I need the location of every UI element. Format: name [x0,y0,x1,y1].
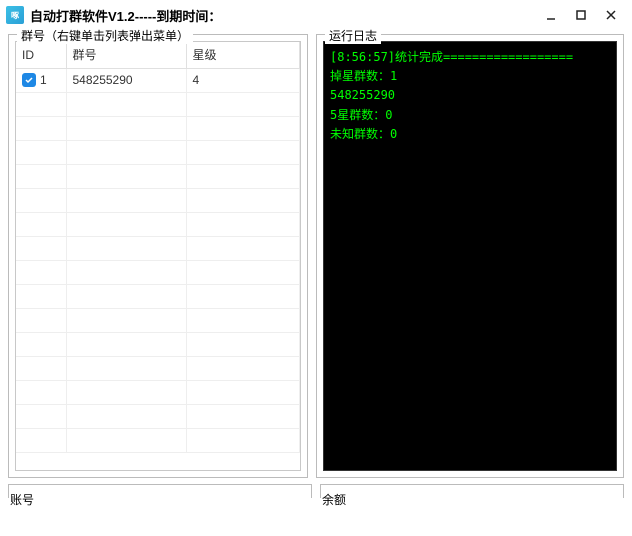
group-list-panel: 群号（右键单击列表弹出菜单） ID 群号 星级 15482552904.....… [8,34,308,478]
footer: 账号 余额 [0,478,632,514]
titlebar: 啄 自动打群软件V1.2-----到期时间： [0,0,632,30]
log-line: 548255290 [330,86,610,105]
table-row-empty: ... [16,92,300,116]
table-row-empty: ... [16,188,300,212]
table-row-empty: ... [16,212,300,236]
log-line: 掉星群数：1 [330,67,610,86]
maximize-button[interactable] [566,3,596,27]
table-row-empty: ... [16,380,300,404]
group-list-legend: 群号（右键单击列表弹出菜单） [17,27,193,44]
footer-balance: 余额 [320,484,624,514]
log-console[interactable]: [8:56:57]统计完成==================掉星群数：1548… [323,41,617,471]
app-icon: 啄 [6,6,24,24]
maximize-icon [575,9,587,21]
group-table[interactable]: ID 群号 星级 15482552904....................… [15,41,301,471]
table-row-empty: ... [16,308,300,332]
cell-id: 1 [16,68,66,92]
log-panel: 运行日志 [8:56:57]统计完成==================掉星群数… [316,34,624,478]
table-row-empty: ... [16,116,300,140]
table-row-empty: ... [16,428,300,452]
table-row-empty: ... [16,260,300,284]
footer-account: 账号 [8,484,312,514]
minimize-icon [545,9,557,21]
window-title: 自动打群软件V1.2-----到期时间： [30,6,221,25]
cell-group: 548255290 [66,68,186,92]
table-row[interactable]: 15482552904 [16,68,300,92]
table-row-empty: ... [16,404,300,428]
table-row-empty: ... [16,140,300,164]
log-line: [8:56:57]统计完成================== [330,48,610,67]
row-checkbox[interactable] [22,73,36,87]
log-line: 未知群数：0 [330,125,610,144]
col-header-id[interactable]: ID [16,42,66,68]
table-row-empty: ... [16,332,300,356]
close-button[interactable] [596,3,626,27]
table-row-empty: ... [16,164,300,188]
cell-star: 4 [186,68,300,92]
check-icon [24,75,34,85]
close-icon [605,9,617,21]
table-row-empty: ... [16,284,300,308]
table-row-empty: ... [16,236,300,260]
table-row-empty: ... [16,356,300,380]
col-header-star[interactable]: 星级 [186,42,300,68]
minimize-button[interactable] [536,3,566,27]
log-legend: 运行日志 [325,27,381,44]
log-line: 5星群数：0 [330,106,610,125]
col-header-group[interactable]: 群号 [66,42,186,68]
